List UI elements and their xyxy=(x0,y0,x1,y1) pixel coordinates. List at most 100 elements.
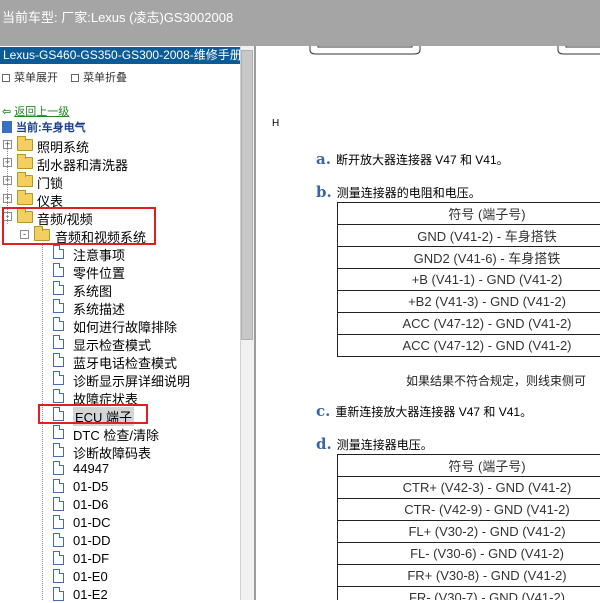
tree-label: 01-D6 xyxy=(73,497,108,512)
table-header-row: 符号 (端子号) xyxy=(338,203,600,225)
content-pane: H a.断开放大器连接器 V47 和 V41。 b.测量连接器的电阻和电压。 符… xyxy=(258,46,600,600)
tree-item[interactable]: 01-DD xyxy=(0,531,240,549)
tree-item[interactable]: 01-E2 xyxy=(0,585,240,603)
step-a: a.断开放大器连接器 V47 和 V41。 xyxy=(316,150,509,168)
document-icon xyxy=(53,335,64,349)
tree-item[interactable]: DTC 检查/清除 xyxy=(0,423,240,441)
step-d: d.测量连接器电压。 xyxy=(316,435,433,453)
folder-icon xyxy=(17,157,33,169)
title-bar: 当前车型: 厂家:Lexus (凌志)GS3002008 xyxy=(0,0,600,46)
document-icon xyxy=(53,299,64,313)
table-row: +B (V41-1) - GND (V41-2) xyxy=(338,269,600,291)
tree-item[interactable]: 系统描述 xyxy=(0,297,240,315)
document-icon xyxy=(53,515,64,529)
table-row: FR- (V30-7) - GND (V41-2) xyxy=(338,587,600,601)
table-cell: ACC (V47-12) - GND (V41-2) xyxy=(338,313,600,335)
book-icon xyxy=(2,121,12,133)
document-icon xyxy=(53,533,64,547)
highlight-box-ecu xyxy=(38,404,148,424)
square-icon xyxy=(2,74,10,82)
manual-title[interactable]: Lexus-GS460-GS350-GS300-2008-维修手册 xyxy=(0,47,240,64)
current-location: 当前:车身电气 xyxy=(2,119,86,135)
document-icon xyxy=(53,317,64,331)
document-icon xyxy=(53,587,64,601)
expand-menu-button[interactable]: 菜单展开 xyxy=(2,72,58,84)
table-header: 符号 (端子号) xyxy=(338,203,600,225)
document-icon xyxy=(53,263,64,277)
menu-controls: 菜单展开 菜单折叠 xyxy=(2,69,137,85)
table-row: CTR+ (V42-3) - GND (V41-2) xyxy=(338,477,600,499)
step-b: b.测量连接器的电阻和电压。 xyxy=(316,183,481,201)
document-icon xyxy=(53,479,64,493)
table-row: CTR- (V42-9) - GND (V41-2) xyxy=(338,499,600,521)
folder-icon xyxy=(17,139,33,151)
tree-item[interactable]: 01-D6 xyxy=(0,495,240,513)
tree-item[interactable]: 显示检查模式 xyxy=(0,333,240,351)
table-cell: ACC (V47-12) - GND (V41-2) xyxy=(338,335,600,357)
document-icon xyxy=(53,497,64,511)
tree-label: 44947 xyxy=(73,461,109,476)
connector-diagram xyxy=(308,46,600,57)
tree-label: 01-E0 xyxy=(73,569,108,584)
tree-item[interactable]: 诊断显示屏详细说明 xyxy=(0,369,240,387)
table-row: FL- (V30-6) - GND (V41-2) xyxy=(338,543,600,565)
document-icon xyxy=(53,551,64,565)
table-row: GND2 (V41-6) - 车身搭铁 xyxy=(338,247,600,269)
document-icon xyxy=(53,569,64,583)
table-cell: +B2 (V41-3) - GND (V41-2) xyxy=(338,291,600,313)
tree-item[interactable]: 01-E0 xyxy=(0,567,240,585)
table-cell: FR- (V30-7) - GND (V41-2) xyxy=(338,587,600,601)
tree-item[interactable]: 蓝牙电话检查模式 xyxy=(0,351,240,369)
table-header: 符号 (端子号) xyxy=(338,455,600,477)
table-row: FR+ (V30-8) - GND (V41-2) xyxy=(338,565,600,587)
tree-item[interactable]: 01-DC xyxy=(0,513,240,531)
tree-label: 01-DC xyxy=(73,515,111,530)
document-icon xyxy=(53,353,64,367)
table-row: ACC (V47-12) - GND (V41-2) xyxy=(338,335,600,357)
document-icon xyxy=(53,389,64,403)
table-cell: GND (V41-2) - 车身搭铁 xyxy=(338,225,600,247)
voltage-table: 符号 (端子号)CTR+ (V42-3) - GND (V41-2)CTR- (… xyxy=(337,454,600,600)
tree-item[interactable]: 01-DF xyxy=(0,549,240,567)
tree-item[interactable]: 01-D5 xyxy=(0,477,240,495)
tree-folder[interactable]: +仪表 xyxy=(0,189,240,207)
document-icon xyxy=(53,371,64,385)
table-cell: FL- (V30-6) - GND (V41-2) xyxy=(338,543,600,565)
sidebar-scroll-thumb[interactable] xyxy=(241,50,253,340)
resistance-voltage-table: 符号 (端子号)GND (V41-2) - 车身搭铁GND2 (V41-6) -… xyxy=(337,202,600,357)
tree-folder[interactable]: +刮水器和清洗器 xyxy=(0,153,240,171)
table-cell: CTR- (V42-9) - GND (V41-2) xyxy=(338,499,600,521)
table-row: FL+ (V30-2) - GND (V41-2) xyxy=(338,521,600,543)
tree-label: 01-DD xyxy=(73,533,111,548)
table-row: ACC (V47-12) - GND (V41-2) xyxy=(338,313,600,335)
tree-item[interactable]: 零件位置 xyxy=(0,261,240,279)
tree-item[interactable]: 注意事项 xyxy=(0,243,240,261)
table-cell: FL+ (V30-2) - GND (V41-2) xyxy=(338,521,600,543)
tree-item[interactable]: 如何进行故障排除 xyxy=(0,315,240,333)
folder-icon xyxy=(17,193,33,205)
document-icon xyxy=(53,425,64,439)
document-icon xyxy=(53,281,64,295)
tree-item[interactable]: 44947 xyxy=(0,459,240,477)
tree-folder[interactable]: +照明系统 xyxy=(0,135,240,153)
tree-item[interactable]: 诊断故障码表 xyxy=(0,441,240,459)
tree-item[interactable]: 故障症状表 xyxy=(0,387,240,405)
section-marker: H xyxy=(272,118,279,129)
step-c: c.重新连接放大器连接器 V47 和 V41。 xyxy=(316,402,532,420)
table-cell: FR+ (V30-8) - GND (V41-2) xyxy=(338,565,600,587)
table-cell: +B (V41-1) - GND (V41-2) xyxy=(338,269,600,291)
tree-label: 01-DF xyxy=(73,551,109,566)
collapse-menu-button[interactable]: 菜单折叠 xyxy=(71,72,127,84)
sidebar: Lexus-GS460-GS350-GS300-2008-维修手册 菜单展开 菜… xyxy=(0,46,256,600)
square-icon xyxy=(71,74,79,82)
folder-icon xyxy=(17,175,33,187)
window-title: 当前车型: 厂家:Lexus (凌志)GS3002008 xyxy=(2,7,233,26)
table-cell: CTR+ (V42-3) - GND (V41-2) xyxy=(338,477,600,499)
back-link[interactable]: ⇦返回上一级 xyxy=(2,103,69,119)
back-arrow-icon: ⇦ xyxy=(2,106,11,118)
table-row: +B2 (V41-3) - GND (V41-2) xyxy=(338,291,600,313)
tree-item[interactable]: 系统图 xyxy=(0,279,240,297)
document-icon xyxy=(53,461,64,475)
result-note: 如果结果不符合规定，则线束侧可 xyxy=(406,372,586,389)
tree-folder[interactable]: +门锁 xyxy=(0,171,240,189)
